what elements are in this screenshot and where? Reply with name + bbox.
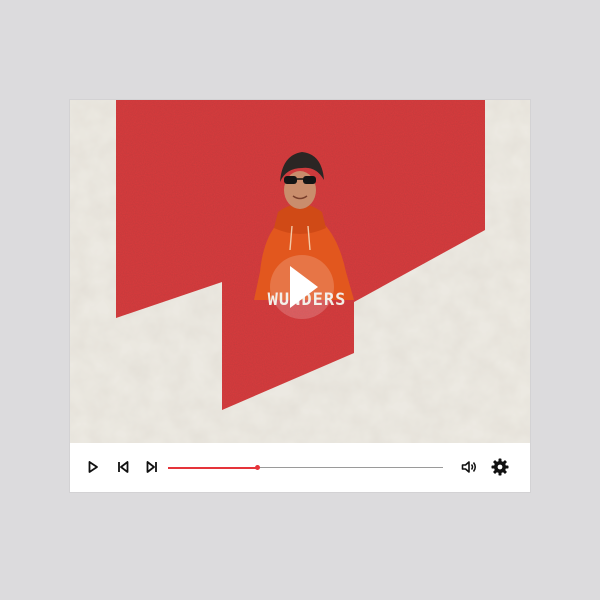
- progress-thumb[interactable]: [254, 465, 260, 470]
- play-button[interactable]: [83, 457, 103, 477]
- next-button[interactable]: [142, 457, 162, 477]
- video-player: WUNDERS: [70, 100, 530, 492]
- big-play-button[interactable]: [270, 255, 334, 319]
- progress-bar[interactable]: [168, 465, 443, 471]
- volume-icon: [461, 461, 476, 473]
- control-bar: [70, 443, 530, 492]
- play-icon: [290, 266, 318, 308]
- page: WUNDERS: [0, 0, 600, 600]
- settings-button[interactable]: [490, 457, 510, 477]
- volume-button[interactable]: [459, 457, 479, 477]
- video-frame[interactable]: WUNDERS: [70, 100, 530, 443]
- play-icon: [88, 461, 98, 473]
- skip-forward-icon: [146, 461, 157, 473]
- progress-fill: [168, 466, 258, 469]
- previous-button[interactable]: [113, 457, 133, 477]
- gear-icon: [491, 458, 509, 476]
- skip-back-icon: [118, 461, 129, 473]
